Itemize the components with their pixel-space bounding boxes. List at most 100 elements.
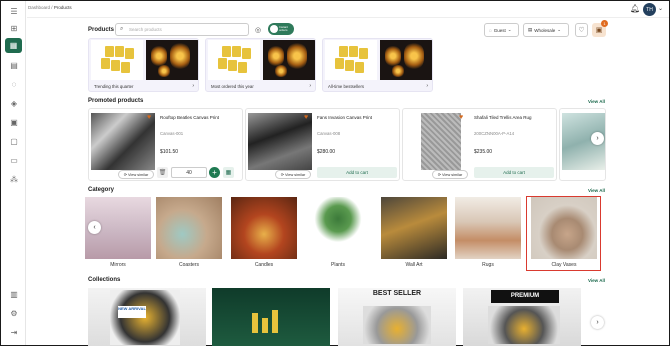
- promoted-view-all-link[interactable]: View All: [588, 99, 605, 104]
- category-image: [305, 197, 371, 259]
- category-tile-candles[interactable]: Candles: [231, 197, 297, 271]
- tag-icon[interactable]: ◈: [8, 97, 20, 109]
- view-similar-button[interactable]: ⟳ View similar: [275, 170, 311, 179]
- category-image: [231, 197, 297, 259]
- category-tile-coasters[interactable]: Coasters: [156, 197, 222, 271]
- favorite-heart-icon[interactable]: ♥: [304, 114, 312, 122]
- category-tile-wall-art[interactable]: Wall Art: [381, 197, 447, 271]
- similar-icon: ⟳: [280, 173, 284, 177]
- avatar[interactable]: TH: [643, 3, 656, 16]
- favorite-heart-icon[interactable]: ♥: [147, 114, 155, 122]
- toggle-knob: [270, 25, 278, 33]
- chevron-down-icon: ⌄: [507, 27, 512, 32]
- settings-icon[interactable]: ⚙: [8, 307, 20, 319]
- view-similar-button[interactable]: ⟳ View similar: [432, 170, 468, 179]
- customers-icon[interactable]: ◌: [8, 78, 20, 90]
- candles-thumbnail: [91, 40, 143, 80]
- logout-icon[interactable]: ⇥: [8, 326, 20, 338]
- view-similar-button[interactable]: ⟳ View similar: [118, 170, 154, 179]
- search-icon: ⌕: [120, 26, 124, 32]
- inventory-icon[interactable]: ▥: [8, 288, 20, 300]
- cart-icon: ▣: [595, 27, 603, 34]
- carousel-next-button[interactable]: ›: [591, 132, 604, 145]
- orders-icon[interactable]: ▤: [8, 59, 20, 71]
- collection-card[interactable]: BEST SELLER: [338, 288, 456, 346]
- quick-collection-card[interactable]: All-time bestsellers ›: [322, 38, 433, 92]
- page-title: Products: [88, 27, 115, 33]
- wholesale-label: Wholesale: [534, 27, 556, 33]
- similar-icon: ⟳: [437, 173, 441, 177]
- collections-view-all-link[interactable]: View All: [588, 278, 605, 283]
- collection-card[interactable]: NEW ARRIVAL: [88, 288, 206, 346]
- breadcrumb-products: Products: [53, 5, 72, 10]
- carousel-next-button[interactable]: ›: [591, 316, 604, 329]
- increment-button[interactable]: +: [209, 167, 220, 178]
- breadcrumb: Dashboard / Products: [28, 5, 72, 10]
- add-to-cart-button[interactable]: Add to cart: [474, 167, 554, 178]
- apps-icon[interactable]: ⁂: [8, 173, 20, 185]
- search-placeholder: Search products: [129, 27, 162, 32]
- view-similar-label: View similar: [442, 172, 463, 177]
- collection-banner: PREMIUM: [491, 290, 559, 303]
- delete-icon[interactable]: 🗑︎: [157, 167, 168, 178]
- chevron-right-icon: ›: [426, 83, 428, 89]
- collection-card[interactable]: PREMIUM: [463, 288, 581, 346]
- quick-collection-card[interactable]: Most ordered this year ›: [205, 38, 316, 92]
- store-icon: ▤: [528, 27, 533, 32]
- breadcrumb-dashboard[interactable]: Dashboard: [28, 5, 50, 10]
- sidebar: ☰ ⊞ ▦ ▤ ◌ ◈ ▣ ▢ ▭ ⁂ ▥ ⚙ ⇥: [1, 1, 26, 345]
- quantity-input[interactable]: 40: [171, 167, 207, 178]
- bell-icon[interactable]: 🔔︎: [630, 4, 640, 13]
- chevron-right-icon: ›: [309, 83, 311, 89]
- category-label: Coasters: [178, 262, 199, 268]
- selection-highlight: [526, 196, 601, 271]
- grid-options-icon[interactable]: ▦: [223, 167, 234, 178]
- product-price: $280.00: [317, 149, 336, 155]
- document-icon[interactable]: ▢: [8, 135, 20, 147]
- product-sku: Canvas-001: [160, 131, 184, 136]
- product-price: $101.50: [160, 149, 179, 155]
- search-input[interactable]: ⌕ Search products: [115, 23, 249, 36]
- instant-orders-toggle[interactable]: Instant orders: [268, 23, 294, 35]
- chevron-down-icon[interactable]: ⌄: [658, 5, 663, 12]
- dashboard-icon[interactable]: ⊞: [8, 22, 20, 34]
- folder-icon[interactable]: ▭: [8, 154, 20, 166]
- favorite-heart-icon[interactable]: ♥: [459, 114, 467, 122]
- category-label: Candles: [254, 262, 274, 268]
- camera-search-icon[interactable]: ◎: [252, 24, 264, 36]
- product-sku: 200CZNN00A-P-A14: [474, 131, 515, 136]
- quick-collection-card[interactable]: Trending this quarter ›: [88, 38, 199, 92]
- lanterns-thumbnail: [380, 40, 432, 80]
- cart-count-badge: 1: [601, 20, 608, 27]
- wishlist-button[interactable]: ♡: [575, 23, 588, 37]
- reports-icon[interactable]: ▣: [8, 116, 20, 128]
- lanterns-thumbnail: [146, 40, 198, 80]
- guest-label: Guest: [493, 27, 506, 33]
- carousel-prev-button[interactable]: ‹: [88, 221, 101, 234]
- toggle-label: Instant orders: [279, 24, 289, 32]
- quick-collection-label: Most ordered this year: [211, 84, 254, 89]
- products-nav-icon[interactable]: ▦: [5, 38, 22, 53]
- product-name: Shafali Tiled Trellis Area Rug: [474, 115, 532, 120]
- category-tile-rugs[interactable]: Rugs: [455, 197, 521, 271]
- pricing-selector[interactable]: ▤ Wholesale ⌄: [523, 23, 569, 37]
- category-tile-mirrors[interactable]: Mirrors: [85, 197, 151, 271]
- category-tile-plants[interactable]: Plants: [305, 197, 371, 271]
- menu-icon[interactable]: ☰: [8, 5, 20, 17]
- breadcrumb-separator: /: [51, 5, 53, 10]
- product-name: Fans Invasion Canvas Print: [317, 115, 373, 120]
- product-sku: Canvas-008: [317, 131, 341, 136]
- category-view-all-link[interactable]: View All: [588, 188, 605, 193]
- category-section-title: Category: [88, 187, 115, 193]
- product-card[interactable]: ♥ Fans Invasion Canvas Print Canvas-008 …: [245, 108, 400, 181]
- product-card[interactable]: ♥ Shafali Tiled Trellis Area Rug 200CZNN…: [402, 108, 557, 181]
- product-image: [421, 113, 461, 170]
- add-to-cart-button[interactable]: Add to cart: [317, 167, 397, 178]
- collection-card[interactable]: [212, 288, 330, 346]
- guest-selector[interactable]: ◌ Guest ⌄: [484, 23, 519, 37]
- collection-banner: BEST SELLER: [372, 290, 422, 297]
- chevron-right-icon: ›: [192, 83, 194, 89]
- collections-section-title: Collections: [88, 277, 121, 283]
- cart-button[interactable]: ▣ 1: [592, 20, 608, 37]
- quick-collection-label: Trending this quarter: [94, 84, 134, 89]
